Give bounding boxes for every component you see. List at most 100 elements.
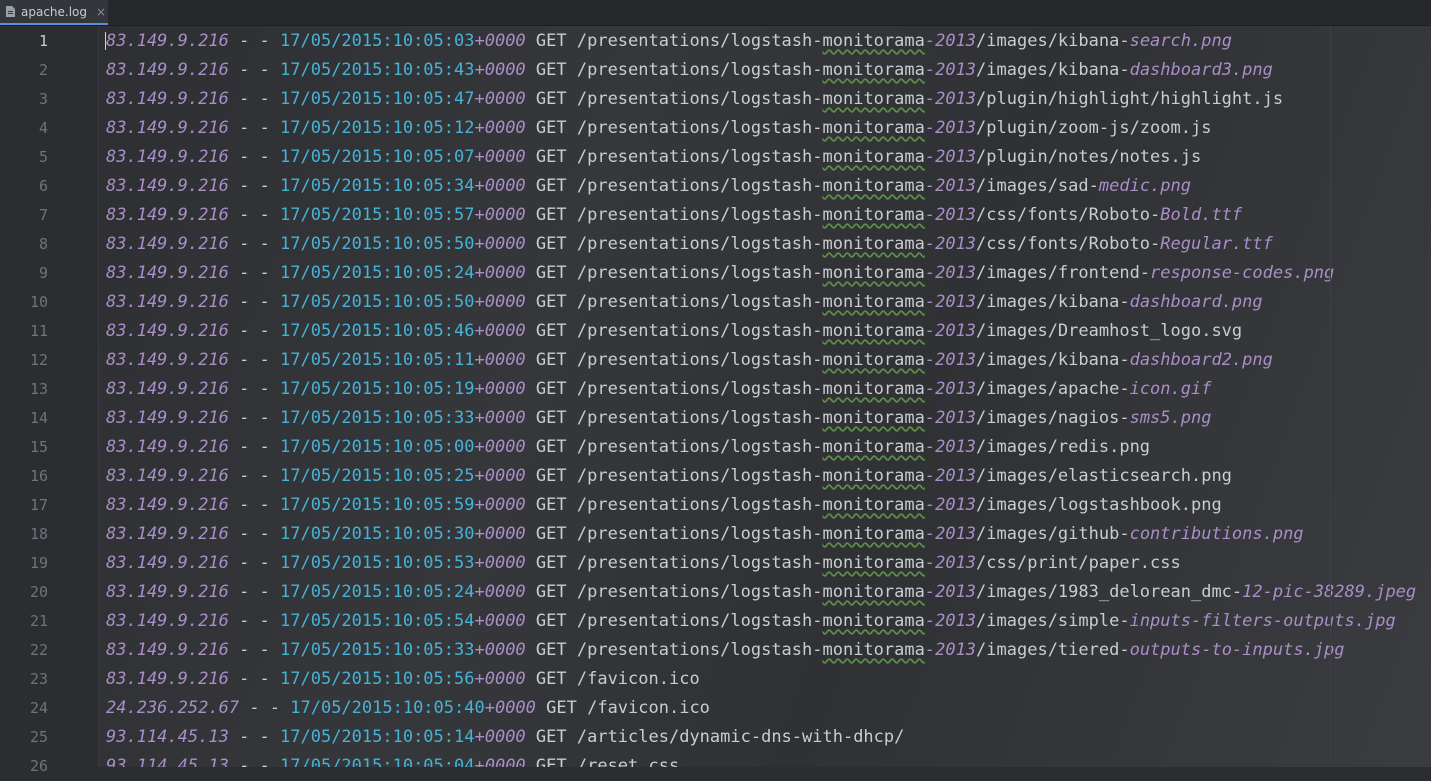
log-path: /favicon.ico xyxy=(587,698,710,718)
log-path-year: -2013 xyxy=(924,524,977,544)
log-ip: 83.149.9.216 xyxy=(106,640,229,660)
log-path-segment: monitorama xyxy=(822,640,925,660)
log-ip: 93.114.45.13 xyxy=(106,727,229,747)
log-timezone: +0000 xyxy=(474,727,526,747)
log-separator: - - xyxy=(228,408,281,428)
tab-apache-log[interactable]: apache.log × xyxy=(0,0,108,25)
log-timezone: +0000 xyxy=(474,60,526,80)
log-ip: 83.149.9.216 xyxy=(106,60,229,80)
line-number: 24 xyxy=(29,699,48,717)
log-timezone: +0000 xyxy=(474,205,526,225)
editor-content[interactable]: 83.149.9.216 - - 17/05/2015:10:05:03+000… xyxy=(99,26,1431,767)
log-path-tail: /plugin/zoom-js/zoom.js xyxy=(976,118,1212,138)
log-path: /presentations/logstash- xyxy=(576,292,823,312)
log-path-tail: /images/1983_delorean_dmc- xyxy=(976,582,1243,602)
log-timestamp: 17/05/2015:10:05:04 xyxy=(280,756,475,767)
log-path-tail: /css/fonts/Roboto- xyxy=(976,234,1161,254)
log-timestamp: 17/05/2015:10:05:50 xyxy=(280,292,475,312)
log-path-year: -2013 xyxy=(924,89,977,109)
log-line: 83.149.9.216 - - 17/05/2015:10:05:25+000… xyxy=(106,462,1232,491)
log-path: /reset.css xyxy=(576,756,680,767)
log-line: 24.236.252.67 - - 17/05/2015:10:05:40+00… xyxy=(106,694,710,723)
log-path: /presentations/logstash- xyxy=(576,553,823,573)
log-line: 83.149.9.216 - - 17/05/2015:10:05:12+000… xyxy=(106,114,1211,143)
line-number: 7 xyxy=(38,206,48,224)
log-ip: 83.149.9.216 xyxy=(106,89,229,109)
log-line: 83.149.9.216 - - 17/05/2015:10:05:46+000… xyxy=(106,317,1242,346)
log-separator: - - xyxy=(228,640,281,660)
log-ip: 83.149.9.216 xyxy=(106,466,229,486)
tab-label: apache.log xyxy=(21,4,88,19)
log-path-year: -2013 xyxy=(924,350,977,370)
log-timestamp: 17/05/2015:10:05:07 xyxy=(280,147,475,167)
log-timezone: +0000 xyxy=(474,292,526,312)
log-separator: - - xyxy=(228,292,281,312)
log-path-tail: /images/tiered- xyxy=(976,640,1130,660)
log-path-tail: /images/elasticsearch.png xyxy=(976,466,1232,486)
log-line: 93.114.45.13 - - 17/05/2015:10:05:14+000… xyxy=(106,723,904,752)
log-path: /presentations/logstash- xyxy=(576,263,823,283)
log-line: 83.149.9.216 - - 17/05/2015:10:05:00+000… xyxy=(106,433,1150,462)
log-ip: 83.149.9.216 xyxy=(106,408,229,428)
line-number: 8 xyxy=(38,235,48,253)
log-path-year: -2013 xyxy=(924,147,977,167)
line-number: 17 xyxy=(29,496,48,514)
log-path: /presentations/logstash- xyxy=(576,495,823,515)
log-separator: - - xyxy=(228,524,281,544)
log-timestamp: 17/05/2015:10:05:12 xyxy=(280,118,475,138)
log-path: /presentations/logstash- xyxy=(576,611,823,631)
log-path-year: -2013 xyxy=(924,582,977,602)
log-timestamp: 17/05/2015:10:05:56 xyxy=(280,669,475,689)
log-ip: 83.149.9.216 xyxy=(106,321,229,341)
log-path: /presentations/logstash- xyxy=(576,234,823,254)
log-timestamp: 17/05/2015:10:05:53 xyxy=(280,553,475,573)
log-timezone: +0000 xyxy=(474,495,526,515)
line-number: 10 xyxy=(29,293,48,311)
log-line: 83.149.9.216 - - 17/05/2015:10:05:59+000… xyxy=(106,491,1222,520)
log-separator: - - xyxy=(228,727,281,747)
log-timezone: +0000 xyxy=(474,89,526,109)
log-method: GET xyxy=(525,321,577,341)
log-line: 83.149.9.216 - - 17/05/2015:10:05:34+000… xyxy=(106,172,1191,201)
log-path-segment: monitorama xyxy=(822,350,925,370)
log-line: 83.149.9.216 - - 17/05/2015:10:05:11+000… xyxy=(106,346,1273,375)
line-number: 9 xyxy=(38,264,48,282)
log-path: /favicon.ico xyxy=(576,669,700,689)
log-ip: 83.149.9.216 xyxy=(106,292,229,312)
log-path: /presentations/logstash- xyxy=(576,466,823,486)
log-path-year: -2013 xyxy=(924,553,977,573)
log-line: 83.149.9.216 - - 17/05/2015:10:05:03+000… xyxy=(106,27,1232,56)
log-timestamp: 17/05/2015:10:05:46 xyxy=(280,321,475,341)
log-path-tail: /images/github- xyxy=(976,524,1130,544)
log-method: GET xyxy=(525,31,577,51)
log-path-file: inputs-filters-outputs.jpg xyxy=(1129,611,1396,631)
log-path: /presentations/logstash- xyxy=(576,147,823,167)
log-timezone: +0000 xyxy=(474,31,526,51)
log-path-file: Bold.ttf xyxy=(1160,205,1243,225)
log-timezone: +0000 xyxy=(474,263,526,283)
log-path: /presentations/logstash- xyxy=(576,89,823,109)
line-number: 6 xyxy=(38,177,48,195)
close-icon[interactable]: × xyxy=(96,5,106,19)
log-path-tail: /images/frontend- xyxy=(976,263,1151,283)
log-path-year: -2013 xyxy=(924,495,977,515)
log-line: 83.149.9.216 - - 17/05/2015:10:05:53+000… xyxy=(106,549,1181,578)
log-path-file: dashboard.png xyxy=(1129,292,1263,312)
log-line: 83.149.9.216 - - 17/05/2015:10:05:07+000… xyxy=(106,143,1201,172)
log-path-tail: /images/kibana- xyxy=(976,292,1130,312)
log-path-segment: monitorama xyxy=(822,60,925,80)
line-number: 4 xyxy=(38,119,48,137)
log-timezone: +0000 xyxy=(474,350,526,370)
log-line: 83.149.9.216 - - 17/05/2015:10:05:50+000… xyxy=(106,288,1263,317)
log-ip: 83.149.9.216 xyxy=(106,31,229,51)
log-path-segment: monitorama xyxy=(822,408,925,428)
log-method: GET xyxy=(525,205,577,225)
log-timezone: +0000 xyxy=(474,466,526,486)
log-path-tail: /images/redis.png xyxy=(976,437,1151,457)
log-path: /presentations/logstash- xyxy=(576,176,823,196)
log-path-file: dashboard2.png xyxy=(1129,350,1273,370)
log-ip: 83.149.9.216 xyxy=(106,669,229,689)
log-line: 83.149.9.216 - - 17/05/2015:10:05:54+000… xyxy=(106,607,1396,636)
log-separator: - - xyxy=(228,350,281,370)
log-path-segment: monitorama xyxy=(822,292,925,312)
